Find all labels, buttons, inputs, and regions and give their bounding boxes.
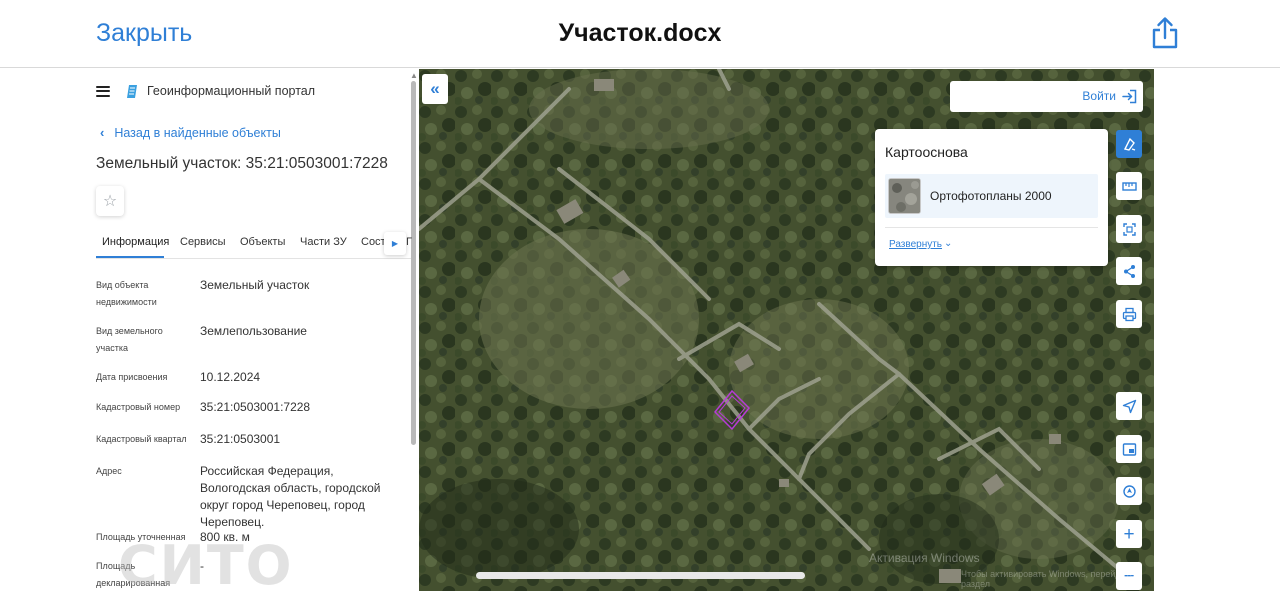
- share-icon[interactable]: [1149, 16, 1181, 50]
- row-value: 10.12.2024: [200, 370, 261, 384]
- row-label: Адрес: [96, 466, 122, 476]
- scroll-up-arrow-icon[interactable]: ▲: [410, 71, 418, 80]
- tab-objects[interactable]: Объекты: [240, 236, 285, 248]
- top-bar: Закрыть Участок.docx: [0, 0, 1280, 68]
- row-value: 35:21:0503001: [200, 432, 281, 446]
- row-label: Кадастровый номер: [96, 402, 181, 412]
- share-map-icon[interactable]: [1116, 257, 1142, 285]
- row-value: 35:21:0503001:7228: [200, 400, 311, 414]
- home-indicator[interactable]: [476, 572, 805, 579]
- basemap-popup: Картооснова Ортофотопланы 2000 Развернут…: [875, 129, 1108, 266]
- locate-icon[interactable]: [1116, 392, 1142, 420]
- back-link-label: Назад в найденные объекты: [114, 125, 281, 140]
- basemap-option[interactable]: Ортофотопланы 2000: [885, 174, 1098, 218]
- row-label: Кадастровый квартал: [96, 434, 187, 444]
- row-label: Вид объекта недвижимости: [96, 280, 157, 307]
- page-title: Земельный участок: 35:21:0503001:7228: [96, 155, 388, 172]
- portal-name: Геоинформационный портал: [147, 84, 316, 98]
- row-value: Землепользование: [200, 324, 307, 338]
- login-label: Войти: [1082, 89, 1116, 103]
- login-icon: [1122, 89, 1137, 104]
- tab-more[interactable]: Г: [406, 236, 412, 248]
- zoom-in-icon[interactable]: +: [1116, 520, 1142, 548]
- back-to-results-link[interactable]: ‹ Назад в найденные объекты: [100, 125, 281, 140]
- print-icon[interactable]: [1116, 300, 1142, 328]
- row-value: Земельный участок: [200, 278, 310, 292]
- portal-logo-icon: [127, 84, 137, 98]
- expand-link[interactable]: Развернуть: [889, 239, 942, 250]
- login-button[interactable]: Войти: [950, 81, 1143, 112]
- basemap-option-label: Ортофотопланы 2000: [930, 189, 1052, 203]
- object-info-panel: ▲ Геоинформационный портал ‹ Назад в най…: [0, 69, 419, 591]
- windows-activation-hint: Чтобы активировать Windows, перейдите в …: [961, 569, 1142, 589]
- favorite-star-icon[interactable]: ☆: [96, 186, 124, 216]
- tab-information[interactable]: Информация: [102, 236, 169, 248]
- chevron-left-icon: ‹: [100, 125, 105, 140]
- windows-activation-watermark: Активация Windows: [869, 551, 980, 565]
- select-area-icon[interactable]: [1116, 215, 1142, 243]
- panel-scrollbar[interactable]: [411, 81, 416, 445]
- info-tabs: Информация Сервисы Объекты Части ЗУ Сост…: [96, 232, 412, 259]
- panel-header: Геоинформационный портал: [96, 81, 315, 101]
- tab-parts[interactable]: Части ЗУ: [300, 236, 347, 248]
- tabs-scroll-right-icon[interactable]: ▶: [384, 232, 406, 255]
- row-value: Российская Федерация, Вологодская област…: [200, 464, 381, 529]
- layers-icon[interactable]: [1116, 130, 1142, 158]
- geolocation-icon[interactable]: [1116, 477, 1142, 505]
- chevron-down-icon[interactable]: ⌄: [944, 238, 952, 249]
- minimap-icon[interactable]: [1116, 435, 1142, 463]
- document-title: Участок.docx: [558, 19, 722, 47]
- map-view[interactable]: « Войти Картооснова Ортофотопланы 2000 Р…: [419, 69, 1154, 591]
- row-label: Вид земельного участка: [96, 326, 163, 353]
- menu-icon[interactable]: [96, 85, 110, 97]
- row-label: Дата присвоения: [96, 372, 168, 382]
- divider: [885, 227, 1098, 228]
- watermark: СИТО: [118, 534, 294, 591]
- collapse-panel-button[interactable]: «: [422, 74, 448, 104]
- ruler-icon[interactable]: [1116, 172, 1142, 200]
- basemap-thumbnail: [888, 178, 921, 214]
- active-tab-indicator: [96, 256, 164, 258]
- tab-services[interactable]: Сервисы: [180, 236, 226, 248]
- basemap-title: Картооснова: [885, 144, 968, 160]
